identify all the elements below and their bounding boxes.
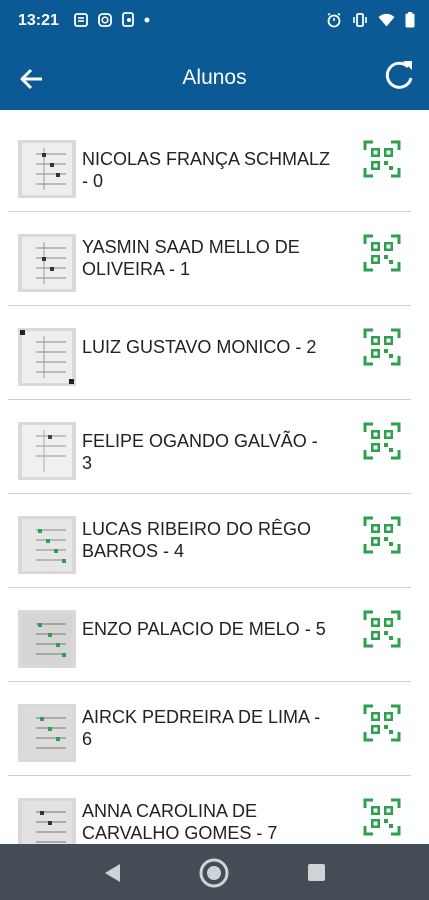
- app-bar: Alunos: [0, 44, 429, 110]
- qr-code-button[interactable]: [363, 798, 401, 836]
- answer-sheet-thumbnail: [18, 516, 76, 574]
- answer-sheet-thumbnail: [18, 234, 76, 292]
- qr-code-button[interactable]: [363, 610, 401, 648]
- vibrate-icon: [353, 13, 367, 27]
- answer-sheet-thumbnail: [18, 422, 76, 480]
- student-name: YASMIN SAAD MELLO DE OLIVEIRA - 1: [82, 237, 300, 279]
- qr-code-icon: [363, 610, 401, 648]
- battery-icon: [405, 12, 415, 28]
- status-time: 13:21: [18, 12, 59, 29]
- qr-code-button[interactable]: [363, 704, 401, 742]
- qr-code-icon: [363, 140, 401, 178]
- answer-sheet-thumbnail: [18, 704, 76, 762]
- student-list-item[interactable]: ENZO PALACIO DE MELO - 5: [0, 588, 429, 682]
- student-name: ANNA CAROLINA DE CARVALHO GOMES - 7: [82, 801, 278, 843]
- alarm-icon: [327, 12, 341, 28]
- phone-sync-icon: [122, 12, 134, 27]
- qr-code-icon: [363, 798, 401, 836]
- qr-code-icon: [363, 234, 401, 272]
- qr-code-button[interactable]: [363, 516, 401, 554]
- student-name: AIRCK PEDREIRA DE LIMA - 6: [82, 707, 321, 749]
- instagram-icon: [98, 12, 112, 27]
- wifi-icon: [378, 13, 395, 27]
- more-notifications-dot-icon: [144, 17, 150, 22]
- page-title: Alunos: [182, 66, 247, 89]
- nav-home-button[interactable]: [198, 858, 229, 888]
- qr-code-icon: [363, 328, 401, 366]
- answer-sheet-thumbnail: [18, 140, 76, 198]
- student-list-item[interactable]: NICOLAS FRANÇA SCHMALZ - 0: [0, 118, 429, 212]
- student-list[interactable]: NICOLAS FRANÇA SCHMALZ - 0 YASMIN SAAD M…: [0, 118, 429, 844]
- answer-sheet-thumbnail: [18, 610, 76, 668]
- student-name: FELIPE OGANDO GALVÃO - 3: [82, 431, 318, 473]
- qr-code-icon: [363, 516, 401, 554]
- nav-back-icon: [105, 864, 120, 882]
- status-notification-icons: [74, 12, 150, 27]
- qr-code-button[interactable]: [363, 422, 401, 460]
- qr-code-icon: [363, 704, 401, 742]
- student-name: ENZO PALACIO DE MELO - 5: [82, 619, 326, 639]
- student-list-item[interactable]: LUIZ GUSTAVO MONICO - 2: [0, 306, 429, 400]
- answer-sheet-thumbnail: [18, 798, 76, 844]
- nav-recents-icon: [308, 864, 325, 881]
- system-nav-bar: [0, 844, 429, 900]
- qr-code-button[interactable]: [363, 140, 401, 178]
- qr-code-button[interactable]: [363, 328, 401, 366]
- nav-home-icon: [199, 858, 229, 888]
- qr-code-icon: [363, 422, 401, 460]
- answer-sheet-thumbnail: [18, 328, 76, 386]
- student-list-item[interactable]: AIRCK PEDREIRA DE LIMA - 6: [0, 682, 429, 776]
- student-name: LUIZ GUSTAVO MONICO - 2: [82, 337, 317, 357]
- student-list-item[interactable]: LUCAS RIBEIRO DO RÊGO BARROS - 4: [0, 494, 429, 588]
- student-name: NICOLAS FRANÇA SCHMALZ - 0: [82, 149, 331, 191]
- student-list-item[interactable]: YASMIN SAAD MELLO DE OLIVEIRA - 1: [0, 212, 429, 306]
- student-list-item[interactable]: ANNA CAROLINA DE CARVALHO GOMES - 7: [0, 776, 429, 844]
- refresh-icon: [385, 61, 413, 89]
- nav-recents-button[interactable]: [302, 858, 332, 888]
- student-name: LUCAS RIBEIRO DO RÊGO BARROS - 4: [82, 519, 312, 561]
- status-bar: 13:21: [0, 0, 429, 44]
- news-icon: [74, 12, 88, 27]
- student-list-item[interactable]: FELIPE OGANDO GALVÃO - 3: [0, 400, 429, 494]
- nav-back-button[interactable]: [98, 858, 128, 888]
- refresh-button[interactable]: [381, 58, 417, 94]
- qr-code-button[interactable]: [363, 234, 401, 272]
- status-system-icons: [326, 12, 415, 28]
